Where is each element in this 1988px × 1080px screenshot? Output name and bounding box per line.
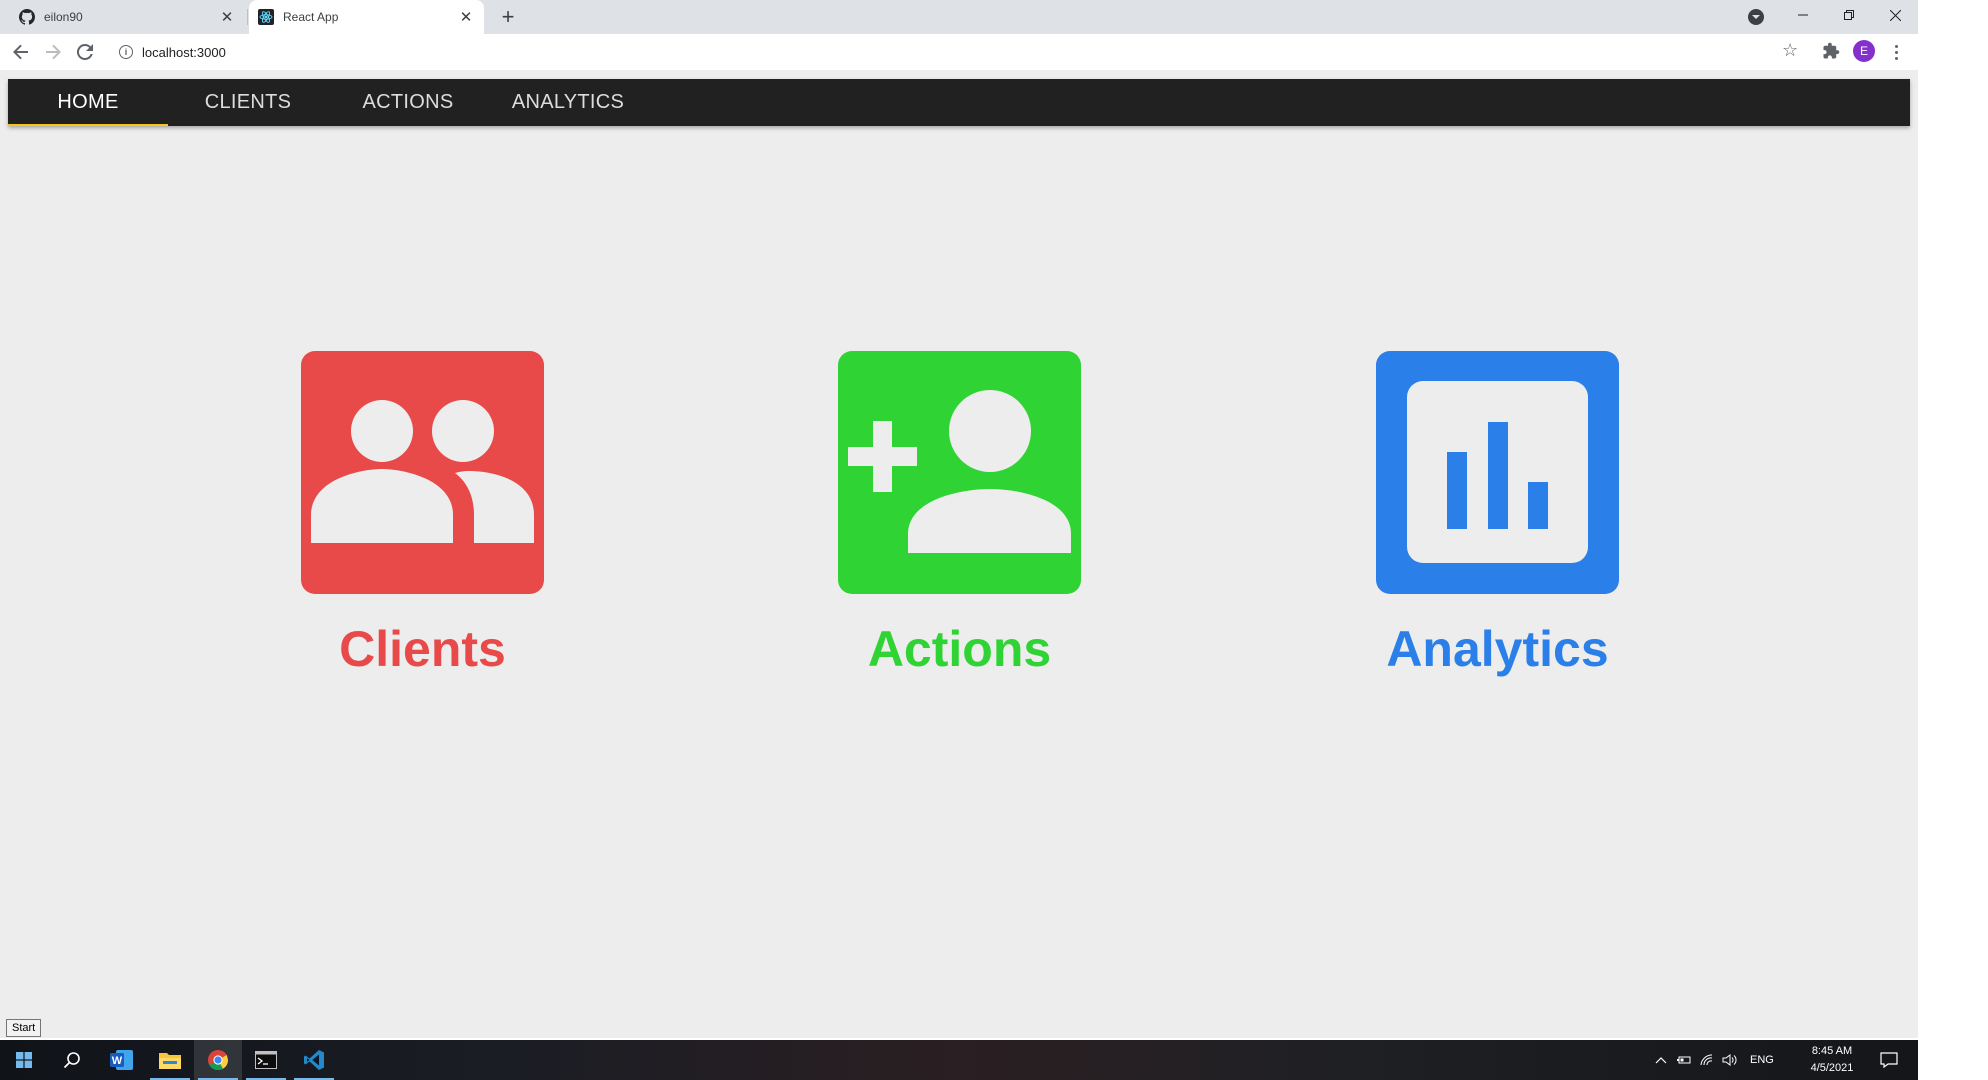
file-explorer-icon[interactable] — [146, 1040, 194, 1080]
tab-strip: eilon90 ✕ React App ✕ + — [0, 0, 1918, 34]
svg-text:W: W — [112, 1055, 123, 1067]
browser-toolbar: i localhost:3000 ☆ E — [0, 34, 1918, 70]
address-bar[interactable]: i localhost:3000 — [110, 38, 1820, 66]
minimize-icon[interactable] — [1780, 0, 1826, 30]
taskbar: W ENG 8:45 AM 4/5/2021 — [0, 1040, 1918, 1080]
battery-icon[interactable] — [1676, 1040, 1692, 1080]
clients-label[interactable]: Clients — [339, 620, 506, 678]
clients-card[interactable]: Clients — [301, 351, 544, 678]
start-tooltip: Start — [6, 1019, 42, 1037]
tab-github[interactable]: eilon90 ✕ — [0, 0, 245, 34]
terminal-icon[interactable] — [242, 1040, 290, 1080]
notifications-icon[interactable] — [1880, 1040, 1898, 1080]
react-icon — [258, 9, 274, 25]
language-indicator[interactable]: ENG — [1750, 1040, 1774, 1080]
analytics-icon[interactable] — [1376, 351, 1619, 594]
people-icon[interactable] — [301, 351, 544, 594]
tab-home[interactable]: HOME — [8, 79, 168, 126]
close-window-icon[interactable] — [1872, 0, 1918, 30]
word-icon[interactable]: W — [98, 1040, 146, 1080]
tab-react-app[interactable]: React App ✕ — [249, 0, 484, 34]
chrome-icon[interactable] — [194, 1040, 242, 1080]
screen: eilon90 ✕ React App ✕ + i localhost:3000… — [0, 0, 1988, 1080]
actions-card[interactable]: Actions — [838, 351, 1081, 678]
actions-label[interactable]: Actions — [868, 620, 1051, 678]
browser-window: eilon90 ✕ React App ✕ + i localhost:3000… — [0, 0, 1918, 1038]
restore-icon[interactable] — [1826, 0, 1872, 30]
tab-title: eilon90 — [44, 10, 83, 24]
bookmark-star-icon[interactable]: ☆ — [1782, 40, 1798, 61]
close-icon[interactable]: ✕ — [456, 7, 476, 27]
tab-clients[interactable]: CLIENTS — [168, 79, 328, 126]
extensions-puzzle-icon[interactable] — [1822, 42, 1840, 65]
search-icon[interactable] — [48, 1040, 96, 1080]
show-hidden-icons[interactable] — [1655, 1040, 1667, 1080]
desktop-margin — [1918, 0, 1988, 1080]
analytics-card[interactable]: Analytics — [1376, 351, 1619, 678]
forward-icon[interactable] — [42, 41, 64, 63]
person-add-icon[interactable] — [838, 351, 1081, 594]
profile-avatar[interactable]: E — [1853, 40, 1875, 62]
info-icon[interactable]: i — [119, 45, 133, 59]
network-icon[interactable] — [1700, 1040, 1714, 1080]
reload-icon[interactable] — [74, 41, 96, 63]
back-icon[interactable] — [10, 41, 32, 63]
analytics-label[interactable]: Analytics — [1386, 620, 1608, 678]
windows-start-icon[interactable] — [0, 1040, 48, 1080]
tab-search-icon[interactable] — [1748, 9, 1764, 25]
volume-icon[interactable] — [1722, 1040, 1738, 1080]
vscode-icon[interactable] — [290, 1040, 338, 1080]
tab-analytics[interactable]: ANALYTICS — [488, 79, 648, 126]
app-navbar: HOME CLIENTS ACTIONS ANALYTICS — [8, 79, 1910, 126]
tab-actions[interactable]: ACTIONS — [328, 79, 488, 126]
clock-time: 8:45 AM — [1811, 1045, 1853, 1057]
close-icon[interactable]: ✕ — [217, 7, 237, 27]
github-icon — [19, 9, 35, 25]
clock-date: 4/5/2021 — [1810, 1062, 1854, 1074]
tab-title: React App — [283, 10, 339, 24]
new-tab-button[interactable]: + — [496, 5, 520, 29]
tab-separator — [247, 9, 248, 25]
page-viewport: HOME CLIENTS ACTIONS ANALYTICS Clients A… — [0, 70, 1918, 1038]
url-text: localhost:3000 — [142, 44, 226, 60]
clock[interactable]: 8:45 AM 4/5/2021 — [1800, 1043, 1864, 1077]
menu-kebab-icon[interactable] — [1890, 40, 1902, 64]
